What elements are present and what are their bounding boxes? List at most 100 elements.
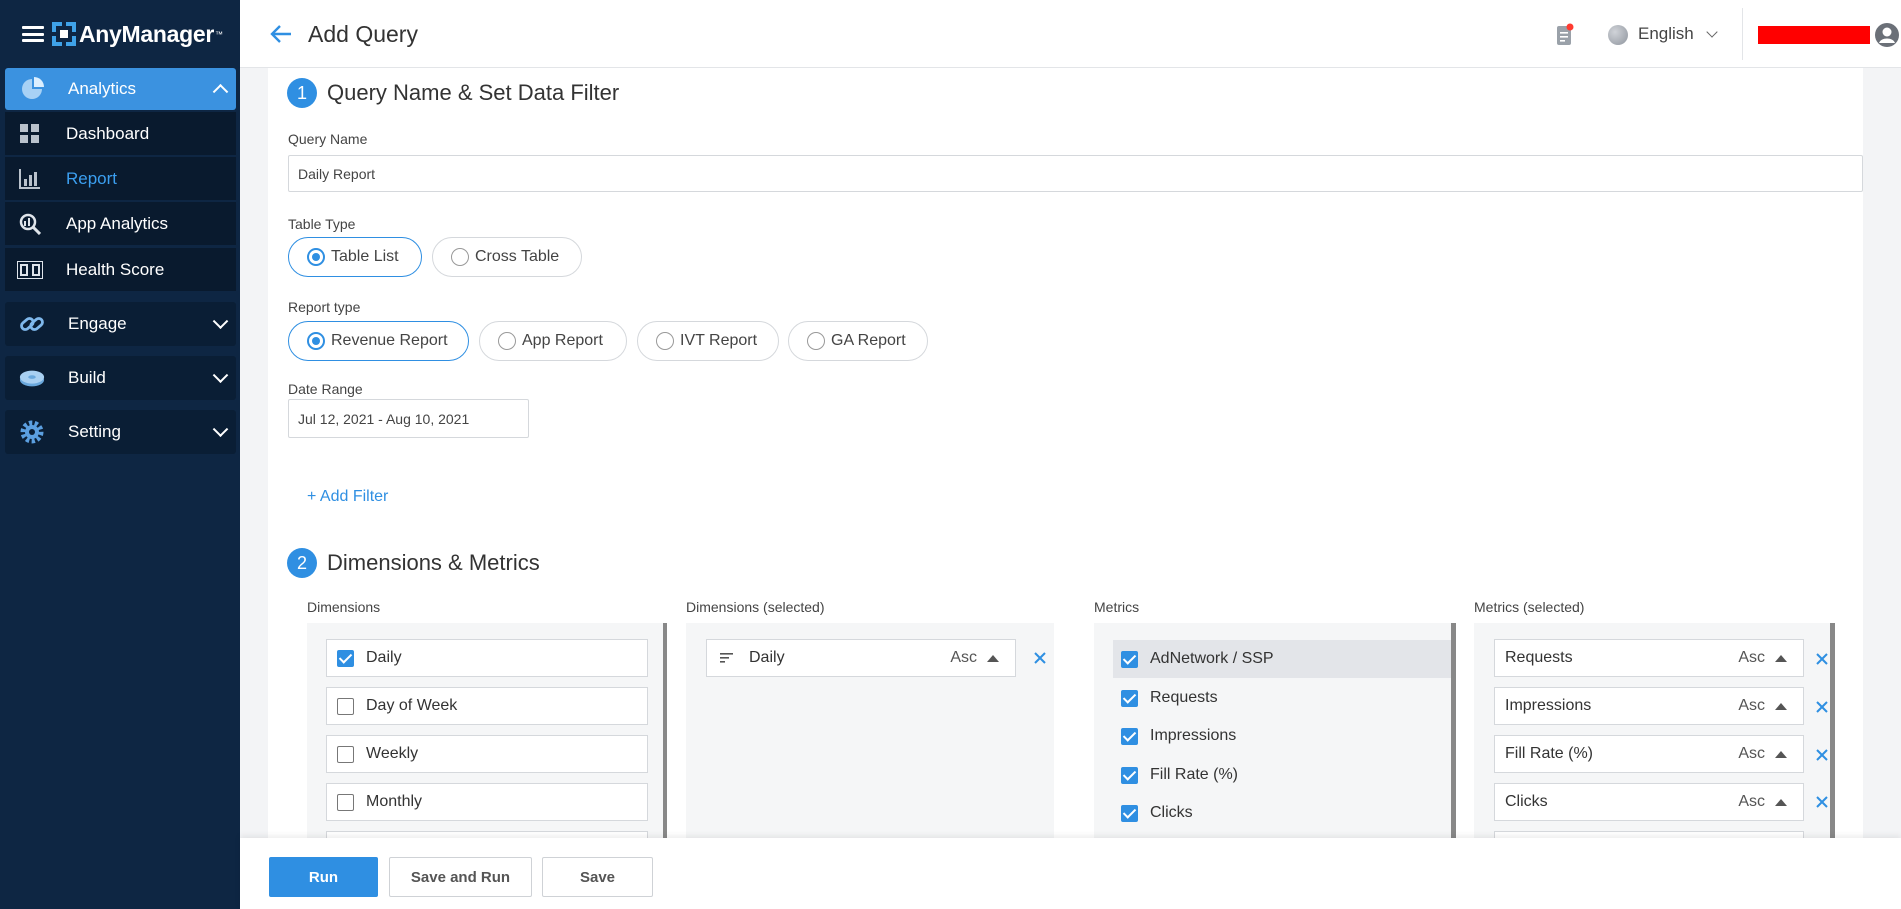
remove-x-icon[interactable] bbox=[1814, 794, 1830, 810]
step-number: 1 bbox=[287, 78, 317, 108]
save-and-run-button[interactable]: Save and Run bbox=[389, 857, 532, 897]
redacted-user-name[interactable] bbox=[1758, 26, 1870, 44]
radio-unselected-icon bbox=[498, 332, 516, 350]
query-name-input[interactable]: Daily Report bbox=[288, 155, 1863, 192]
add-filter-link[interactable]: + Add Filter bbox=[307, 488, 388, 506]
sidebar-item-health-score[interactable]: Health Score bbox=[5, 248, 236, 292]
sidebar-item-setting[interactable]: Setting bbox=[5, 410, 236, 454]
sidebar-item-build[interactable]: Build bbox=[5, 356, 236, 400]
selected-metric-label: Fill Rate (%) bbox=[1505, 745, 1594, 762]
sidebar-item-label: Analytics bbox=[68, 79, 137, 98]
sidebar-item-engage[interactable]: Engage bbox=[5, 302, 236, 346]
sidebar-item-analytics[interactable]: Analytics bbox=[5, 68, 236, 110]
remove-x-icon[interactable] bbox=[1814, 699, 1830, 715]
checkbox-checked-icon[interactable] bbox=[1121, 650, 1138, 668]
sidebar-item-label: Health Score bbox=[66, 259, 165, 279]
page-title: Add Query bbox=[308, 21, 418, 47]
sort-ascending-icon[interactable] bbox=[987, 654, 999, 662]
sidebar-item-report[interactable]: Report bbox=[5, 157, 236, 201]
selected-metric-clicks[interactable]: Clicks Asc bbox=[1494, 783, 1804, 821]
metric-item-adnetwork-ssp[interactable]: AdNetwork / SSP bbox=[1113, 640, 1453, 678]
radio-unselected-icon bbox=[656, 332, 674, 350]
section-2-header: 2 Dimensions & Metrics bbox=[287, 548, 540, 578]
sort-ascending-icon[interactable] bbox=[1775, 750, 1787, 758]
sort-order-label[interactable]: Asc bbox=[1738, 793, 1765, 811]
sort-order-label[interactable]: Asc bbox=[950, 649, 977, 667]
report-type-ivt[interactable]: IVT Report bbox=[637, 321, 779, 361]
dimensions-label: Dimensions bbox=[307, 599, 381, 615]
back-arrow-icon[interactable] bbox=[270, 23, 292, 45]
checkbox-checked-icon[interactable] bbox=[1121, 804, 1138, 822]
date-range-input[interactable]: Jul 12, 2021 - Aug 10, 2021 bbox=[288, 399, 529, 438]
dimension-item-daily[interactable]: Daily bbox=[326, 639, 648, 677]
dimension-label: Daily bbox=[366, 649, 402, 666]
report-type-ga[interactable]: GA Report bbox=[788, 321, 928, 361]
selected-metric-next[interactable] bbox=[1494, 831, 1804, 838]
sidebar-item-app-analytics[interactable]: App Analytics bbox=[5, 202, 236, 246]
checkbox-checked-icon[interactable] bbox=[337, 649, 354, 667]
sort-ascending-icon[interactable] bbox=[1775, 798, 1787, 806]
radio-unselected-icon bbox=[807, 332, 825, 350]
sidebar-item-label: App Analytics bbox=[66, 213, 169, 233]
metric-item-clicks[interactable]: Clicks bbox=[1113, 794, 1453, 832]
checkbox-checked-icon[interactable] bbox=[1121, 727, 1138, 745]
dimension-item-weekly[interactable]: Weekly bbox=[326, 735, 648, 773]
metric-label: Requests bbox=[1150, 689, 1218, 706]
dimension-item-monthly[interactable]: Monthly bbox=[326, 783, 648, 821]
radio-label: Revenue Report bbox=[331, 332, 448, 349]
sort-lines-icon bbox=[720, 653, 733, 663]
selected-metric-requests[interactable]: Requests Asc bbox=[1494, 639, 1804, 677]
radio-label: GA Report bbox=[831, 332, 906, 349]
dimension-item-day-of-week[interactable]: Day of Week bbox=[326, 687, 648, 725]
dimensions-scrollbar[interactable] bbox=[663, 623, 667, 838]
chevron-down-icon bbox=[212, 313, 229, 330]
sidebar-item-label: Setting bbox=[68, 422, 121, 441]
run-button[interactable]: Run bbox=[269, 857, 378, 897]
metric-item-fill-rate[interactable]: Fill Rate (%) bbox=[1113, 756, 1453, 794]
chevron-down-icon bbox=[212, 421, 229, 438]
selected-dimension-daily[interactable]: Daily Asc bbox=[706, 639, 1016, 677]
remove-x-icon[interactable] bbox=[1032, 650, 1048, 666]
checkbox-unchecked-icon[interactable] bbox=[337, 745, 354, 763]
sort-ascending-icon[interactable] bbox=[1775, 654, 1787, 662]
metric-item-impressions[interactable]: Impressions bbox=[1113, 717, 1453, 755]
checkbox-checked-icon[interactable] bbox=[1121, 766, 1138, 784]
sort-order-label[interactable]: Asc bbox=[1738, 649, 1765, 667]
metrics-selected-scrollbar[interactable] bbox=[1830, 623, 1835, 838]
user-avatar-icon[interactable] bbox=[1874, 22, 1900, 48]
selected-metric-fill-rate[interactable]: Fill Rate (%) Asc bbox=[1494, 735, 1804, 773]
sidebar-item-label: Engage bbox=[68, 314, 127, 333]
section-title: Query Name & Set Data Filter bbox=[327, 80, 620, 105]
top-header: Add Query English bbox=[240, 0, 1901, 68]
notification-clipboard-icon[interactable] bbox=[1556, 23, 1574, 47]
save-button[interactable]: Save bbox=[542, 857, 653, 897]
sort-order-label[interactable]: Asc bbox=[1738, 745, 1765, 763]
metrics-scrollbar[interactable] bbox=[1451, 623, 1456, 838]
chevron-down-icon[interactable] bbox=[1706, 26, 1718, 38]
selected-metric-impressions[interactable]: Impressions Asc bbox=[1494, 687, 1804, 725]
table-type-cross-table[interactable]: Cross Table bbox=[432, 237, 582, 277]
report-type-app[interactable]: App Report bbox=[479, 321, 627, 361]
table-type-table-list[interactable]: Table List bbox=[288, 237, 422, 277]
sort-ascending-icon[interactable] bbox=[1775, 702, 1787, 710]
sort-order-label[interactable]: Asc bbox=[1738, 697, 1765, 715]
remove-x-icon[interactable] bbox=[1814, 747, 1830, 763]
radio-selected-icon bbox=[307, 248, 325, 266]
checkbox-unchecked-icon[interactable] bbox=[337, 793, 354, 811]
hamburger-menu-icon[interactable] bbox=[22, 26, 44, 42]
metrics-selected-label: Metrics (selected) bbox=[1474, 599, 1585, 615]
language-selector[interactable]: English bbox=[1638, 24, 1694, 44]
report-bar-chart-icon bbox=[17, 166, 43, 192]
chevron-down-icon bbox=[212, 367, 229, 384]
query-form-card: 1 Query Name & Set Data Filter Query Nam… bbox=[268, 68, 1863, 838]
sidebar-item-dashboard[interactable]: Dashboard bbox=[5, 112, 236, 156]
metric-item-requests[interactable]: Requests bbox=[1113, 679, 1453, 717]
checkbox-unchecked-icon[interactable] bbox=[337, 697, 354, 715]
section-title: Dimensions & Metrics bbox=[327, 550, 540, 575]
dimension-item-next[interactable] bbox=[326, 831, 648, 838]
build-disc-icon bbox=[19, 365, 45, 391]
remove-x-icon[interactable] bbox=[1814, 651, 1830, 667]
selected-metric-label: Requests bbox=[1505, 649, 1573, 666]
checkbox-checked-icon[interactable] bbox=[1121, 689, 1138, 707]
report-type-revenue[interactable]: Revenue Report bbox=[288, 321, 469, 361]
